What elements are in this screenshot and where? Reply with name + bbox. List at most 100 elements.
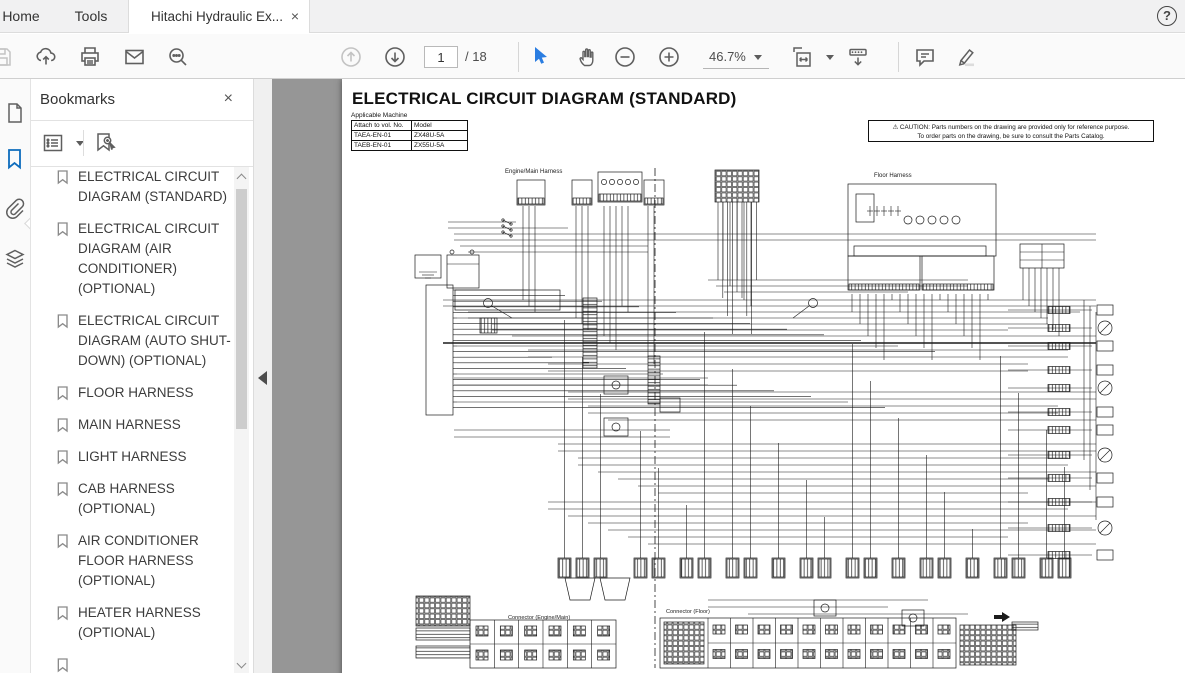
collapse-panel-icon[interactable] <box>258 371 267 385</box>
bookmark-icon <box>55 313 71 329</box>
bookmark-icon <box>55 385 71 401</box>
bookmarks-toolbar <box>31 121 253 166</box>
next-page-icon[interactable] <box>383 45 407 69</box>
scrollbar-thumb[interactable] <box>236 189 247 429</box>
attachments-icon[interactable] <box>3 197 27 221</box>
bookmark-item[interactable]: ELECTRICAL CIRCUIT DIAGRAM (STANDARD) <box>31 167 234 219</box>
tab-close-icon[interactable]: × <box>291 0 299 33</box>
bookmark-icon <box>55 481 71 497</box>
bookmarks-title: Bookmarks <box>40 91 116 108</box>
zoom-out-icon[interactable] <box>613 45 637 69</box>
bookmark-label: HEATER HARNESS (OPTIONAL) <box>78 605 201 640</box>
panel-splitter[interactable] <box>253 79 272 673</box>
help-icon[interactable]: ? <box>1157 6 1177 26</box>
find-current-bookmark-icon[interactable] <box>93 131 117 155</box>
bookmark-item[interactable]: ELECTRICAL CIRCUIT DIAGRAM (AIR CONDITIO… <box>31 219 234 311</box>
toolbar-divider <box>518 42 519 72</box>
bookmark-item[interactable]: AIR CONDITIONER FLOOR HARNESS (OPTIONAL) <box>31 531 234 603</box>
chevron-down-icon <box>753 55 762 61</box>
bookmark-label: FLOOR HARNESS <box>78 385 194 400</box>
bookmark-item[interactable]: HEATER HARNESS (OPTIONAL) <box>31 603 234 655</box>
email-icon[interactable] <box>122 45 146 69</box>
tab-document-label: Hitachi Hydraulic Ex... <box>151 9 284 24</box>
diagram-label-engine-main: Engine/Main Harness <box>505 169 562 175</box>
bookmark-label: ELECTRICAL CIRCUIT DIAGRAM (AIR CONDITIO… <box>78 221 220 296</box>
table-cell: ZX55U-5A <box>411 140 468 151</box>
bookmark-label: ELECTRICAL CIRCUIT DIAGRAM (AUTO SHUT-DO… <box>78 313 231 368</box>
bookmarks-list: ELECTRICAL CIRCUIT DIAGRAM (STANDARD) ELE… <box>31 167 234 673</box>
cloud-upload-icon[interactable] <box>34 45 58 69</box>
table-header-cell: Model <box>411 120 468 131</box>
layers-icon[interactable] <box>3 247 27 271</box>
bookmark-item[interactable]: ELECTRICAL CIRCUIT DIAGRAM (AUTO SHUT-DO… <box>31 311 234 383</box>
bookmark-icon <box>55 605 71 621</box>
page-title: ELECTRICAL CIRCUIT DIAGRAM (STANDARD) <box>352 89 737 108</box>
scroll-down-icon[interactable] <box>236 658 247 669</box>
page-thumbnails-icon[interactable] <box>3 101 27 125</box>
divider <box>83 130 84 156</box>
previous-page-icon[interactable] <box>339 45 363 69</box>
tab-document[interactable]: Hitachi Hydraulic Ex... × <box>128 0 310 33</box>
save-icon[interactable] <box>0 45 14 69</box>
table-row: TAEB-EN-01 ZX55U-5A <box>351 140 468 151</box>
bookmark-options-icon[interactable] <box>41 131 65 155</box>
select-tool-icon[interactable] <box>528 45 552 69</box>
bookmark-item[interactable]: MAIN HARNESS <box>31 415 234 447</box>
tab-home[interactable]: Home <box>0 0 56 33</box>
highlight-icon[interactable] <box>953 45 977 69</box>
scroll-up-icon[interactable] <box>236 173 247 184</box>
caution-box: ⚠ CAUTION: Parts numbers on the drawing … <box>868 120 1154 142</box>
bookmark-icon <box>55 221 71 237</box>
fit-width-icon[interactable] <box>790 45 814 69</box>
table-caption: Applicable Machine <box>351 112 408 119</box>
bookmark-icon <box>55 417 71 433</box>
print-icon[interactable] <box>78 45 102 69</box>
bookmark-label: MAIN HARNESS <box>78 417 181 432</box>
bookmarks-panel-icon[interactable] <box>3 147 27 171</box>
table-cell: TAEB-EN-01 <box>351 140 412 151</box>
toolbar-divider <box>898 42 899 72</box>
navigation-rail <box>0 79 37 673</box>
bookmark-icon <box>55 449 71 465</box>
circuit-diagram: Engine/Main Harness Floor Harness Connec… <box>414 168 1114 669</box>
close-icon[interactable]: × <box>224 90 233 108</box>
caution-line2: To order parts on the drawing, be sure t… <box>917 133 1105 140</box>
hand-tool-icon[interactable] <box>576 45 600 69</box>
bookmarks-scrollbar[interactable] <box>234 167 249 673</box>
zoom-level-select[interactable]: 46.7% <box>703 45 769 69</box>
pdf-page: ELECTRICAL CIRCUIT DIAGRAM (STANDARD) Ap… <box>342 79 1185 673</box>
bookmark-label: CAB HARNESS (OPTIONAL) <box>78 481 175 516</box>
bookmarks-panel: Bookmarks × ELECTRICAL CIRCUIT DIAGRAM (… <box>30 79 253 673</box>
document-canvas[interactable]: ELECTRICAL CIRCUIT DIAGRAM (STANDARD) Ap… <box>272 79 1185 673</box>
legend-label-floor: Connector (Floor) <box>666 609 710 615</box>
zoom-level-value: 46.7% <box>709 49 746 64</box>
bookmark-icon <box>55 657 71 673</box>
table-row: Attach to vol. No. Model <box>351 120 468 131</box>
bookmark-label: AIR CONDITIONER FLOOR HARNESS (OPTIONAL) <box>78 533 199 588</box>
bookmark-icon <box>55 169 71 185</box>
bookmark-item[interactable]: FLOOR HARNESS <box>31 383 234 415</box>
table-header-cell: Attach to vol. No. <box>351 120 412 131</box>
bookmark-item[interactable]: LIGHT HARNESS <box>31 447 234 479</box>
acrobat-window: Home Tools Hitachi Hydraulic Ex... × ? /… <box>0 0 1185 673</box>
page-number-input[interactable] <box>424 46 458 68</box>
table-cell: ZX48U-5A <box>411 130 468 141</box>
fit-width-caret-icon[interactable] <box>826 55 834 60</box>
zoom-in-icon[interactable] <box>657 45 681 69</box>
search-icon[interactable] <box>166 45 190 69</box>
diagram-label-floor: Floor Harness <box>874 173 912 179</box>
page-count-label: / 18 <box>465 49 487 64</box>
bookmark-item[interactable] <box>31 655 234 673</box>
tab-bar: Home Tools Hitachi Hydraulic Ex... × ? <box>0 0 1185 33</box>
bookmark-item[interactable]: CAB HARNESS (OPTIONAL) <box>31 479 234 531</box>
table-row: TAEA-EN-01 ZX48U-5A <box>351 130 468 141</box>
diagram-linework <box>414 169 1114 669</box>
table-cell: TAEA-EN-01 <box>351 130 412 141</box>
applicable-machine-table: Attach to vol. No. Model TAEA-EN-01 ZX48… <box>351 120 468 151</box>
tab-tools[interactable]: Tools <box>56 0 126 33</box>
bookmarks-header: Bookmarks × <box>31 79 253 120</box>
main-toolbar: / 18 46.7% <box>0 34 1185 79</box>
comment-icon[interactable] <box>913 45 937 69</box>
caution-line1: ⚠ CAUTION: Parts numbers on the drawing … <box>892 124 1130 131</box>
scroll-mode-icon[interactable] <box>846 45 870 69</box>
